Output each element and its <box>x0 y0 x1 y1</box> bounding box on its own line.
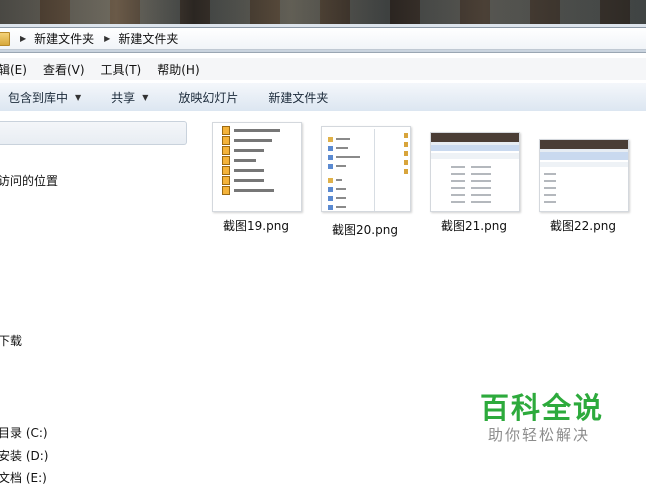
dropdown-arrow-icon: ▼ <box>75 92 82 102</box>
watermark-subtitle: 助你轻松解决 <box>488 426 591 444</box>
thumbnail <box>212 122 302 212</box>
include-in-library-button[interactable]: 包含到库中 ▼ <box>8 89 81 106</box>
thumbnail <box>321 126 411 212</box>
share-button[interactable]: 共享 ▼ <box>111 89 148 106</box>
nav-recent-places[interactable]: 访问的位置 <box>0 172 58 189</box>
menu-tools[interactable]: 工具(T) <box>101 61 142 78</box>
folder-icon <box>0 31 10 46</box>
breadcrumb[interactable]: ▶ 新建文件夹 ▶ 新建文件夹 <box>0 27 646 50</box>
dropdown-arrow-icon: ▼ <box>142 92 149 102</box>
nav-header-box[interactable] <box>0 121 187 145</box>
nav-drive-c[interactable]: 目录 (C:) <box>0 424 48 441</box>
navigation-pane: 访问的位置 下载 目录 (C:) 安装 (D:) 文档 (E:) <box>0 111 196 485</box>
thumbnail <box>430 132 520 212</box>
share-label: 共享 <box>111 90 136 105</box>
menu-view[interactable]: 查看(V) <box>43 61 85 78</box>
address-bar: ▶ 新建文件夹 ▶ 新建文件夹 <box>0 24 646 53</box>
include-in-library-label: 包含到库中 <box>8 90 69 105</box>
nav-drive-e[interactable]: 文档 (E:) <box>0 469 47 486</box>
file-name: 截图21.png <box>441 219 507 233</box>
slideshow-button[interactable]: 放映幻灯片 <box>178 89 238 106</box>
breadcrumb-item[interactable]: 新建文件夹 <box>34 30 94 47</box>
file-name: 截图20.png <box>332 223 398 237</box>
menu-help[interactable]: 帮助(H) <box>157 61 199 78</box>
watermark-logo: 百科全说 助你轻松解决 <box>466 373 620 453</box>
breadcrumb-item[interactable]: 新建文件夹 <box>118 30 178 47</box>
file-name: 截图22.png <box>550 219 616 233</box>
nav-downloads[interactable]: 下载 <box>0 332 22 349</box>
nav-drive-d[interactable]: 安装 (D:) <box>0 447 48 464</box>
command-bar: 包含到库中 ▼ 共享 ▼ 放映幻灯片 新建文件夹 <box>0 82 646 112</box>
watermark-title: 百科全说 <box>480 391 605 425</box>
chevron-right-icon[interactable]: ▶ <box>104 34 110 43</box>
chevron-right-icon[interactable]: ▶ <box>20 34 26 43</box>
window-background-strip <box>0 0 646 24</box>
thumbnail <box>539 139 629 212</box>
new-folder-button[interactable]: 新建文件夹 <box>268 89 328 106</box>
menu-bar: 编辑(E) 查看(V) 工具(T) 帮助(H) <box>0 58 646 80</box>
file-name: 截图19.png <box>223 219 289 233</box>
menu-edit[interactable]: 编辑(E) <box>0 61 27 78</box>
